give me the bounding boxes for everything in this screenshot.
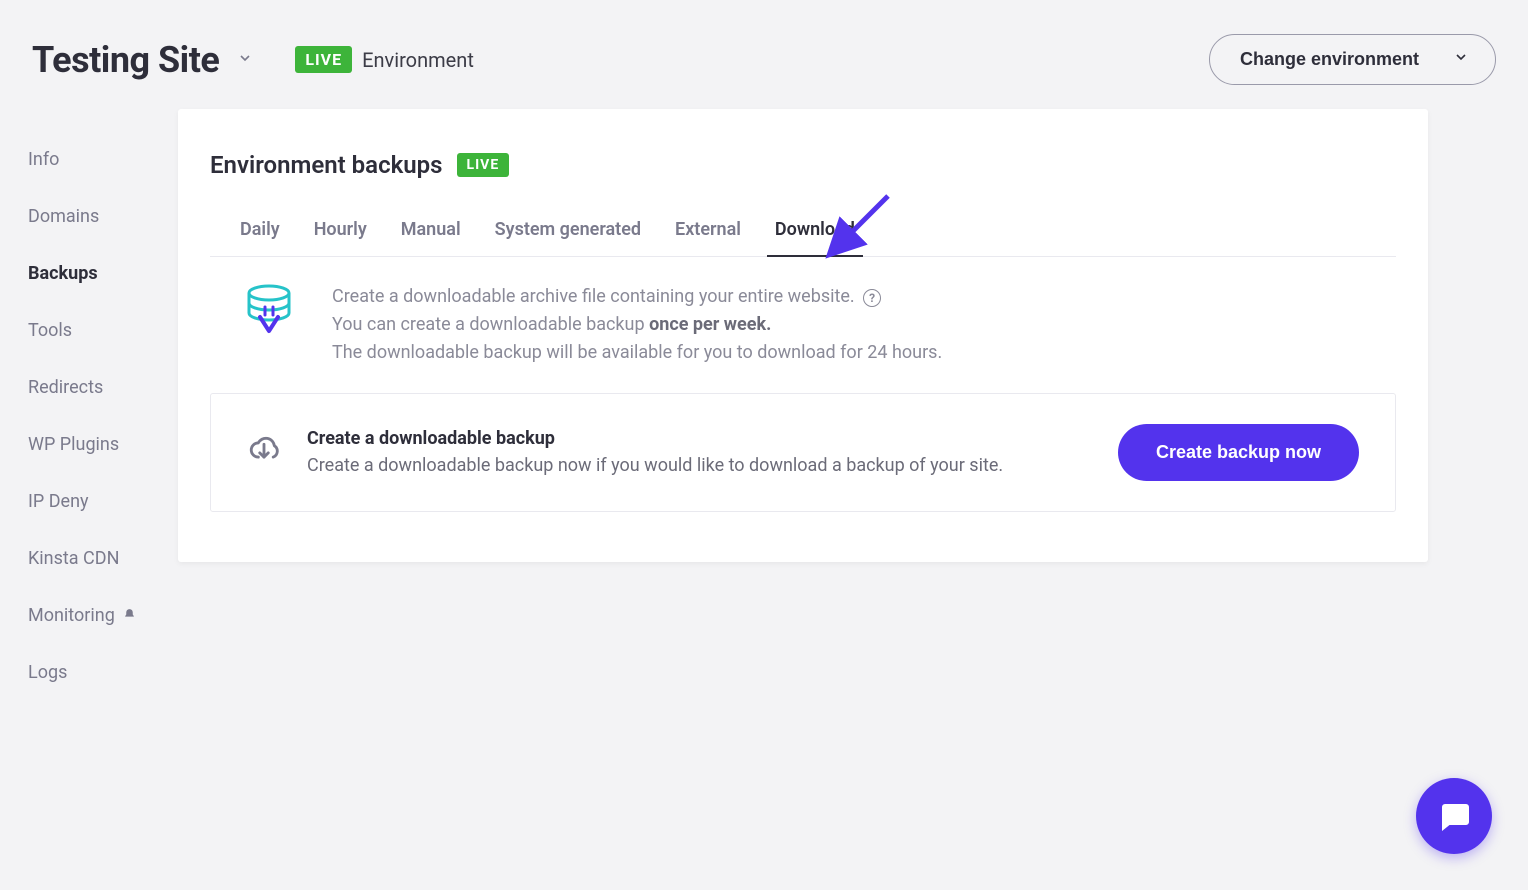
sidebar-item-monitoring[interactable]: Monitoring bbox=[28, 587, 178, 644]
create-backup-card: Create a downloadable backup Create a do… bbox=[210, 393, 1396, 512]
action-title: Create a downloadable backup bbox=[307, 428, 1003, 449]
tab-manual[interactable]: Manual bbox=[401, 209, 461, 256]
panel-title: Environment backups bbox=[210, 151, 443, 179]
change-environment-label: Change environment bbox=[1240, 49, 1419, 70]
chat-fab-button[interactable] bbox=[1416, 778, 1492, 854]
sidebar-item-label: Logs bbox=[28, 662, 67, 683]
sidebar-item-tools[interactable]: Tools bbox=[28, 302, 178, 359]
tab-label: Daily bbox=[240, 219, 280, 240]
desc-line-1: Create a downloadable archive file conta… bbox=[332, 286, 855, 307]
tab-label: External bbox=[675, 219, 741, 240]
site-title: Testing Site bbox=[32, 39, 219, 81]
desc-line-2-strong: once per week. bbox=[649, 314, 771, 335]
sidebar-item-backups[interactable]: Backups bbox=[28, 245, 178, 302]
sidebar-item-label: IP Deny bbox=[28, 491, 89, 512]
tab-label: Manual bbox=[401, 219, 461, 240]
tab-label: Download bbox=[775, 219, 855, 240]
bell-icon bbox=[123, 605, 136, 626]
sidebar-item-kinsta-cdn[interactable]: Kinsta CDN bbox=[28, 530, 178, 587]
database-download-icon bbox=[244, 283, 294, 347]
button-label: Create backup now bbox=[1156, 442, 1321, 462]
sidebar-item-domains[interactable]: Domains bbox=[28, 188, 178, 245]
action-card-text: Create a downloadable backup Create a do… bbox=[307, 428, 1003, 476]
tab-label: System generated bbox=[495, 219, 641, 240]
live-badge: LIVE bbox=[295, 46, 352, 73]
panel-header: Environment backups LIVE bbox=[210, 151, 1396, 179]
desc-line-2-pre: You can create a downloadable backup bbox=[332, 314, 649, 335]
sidebar-item-logs[interactable]: Logs bbox=[28, 644, 178, 701]
sidebar-item-label: Kinsta CDN bbox=[28, 548, 119, 569]
sidebar-item-label: Backups bbox=[28, 263, 98, 284]
action-body: Create a downloadable backup now if you … bbox=[307, 455, 1003, 476]
sidebar-item-label: WP Plugins bbox=[28, 434, 119, 455]
chat-icon bbox=[1436, 798, 1472, 834]
change-environment-button[interactable]: Change environment bbox=[1209, 34, 1496, 85]
sidebar-item-wp-plugins[interactable]: WP Plugins bbox=[28, 416, 178, 473]
tab-external[interactable]: External bbox=[675, 209, 741, 256]
sidebar-item-info[interactable]: Info bbox=[28, 131, 178, 188]
desc-line-3: The downloadable backup will be availabl… bbox=[332, 339, 942, 367]
site-title-wrap[interactable]: Testing Site bbox=[32, 39, 253, 81]
sidebar-item-redirects[interactable]: Redirects bbox=[28, 359, 178, 416]
tab-hourly[interactable]: Hourly bbox=[314, 209, 367, 256]
sidebar: Info Domains Backups Tools Redirects WP … bbox=[28, 109, 178, 701]
chevron-down-icon bbox=[1453, 49, 1469, 70]
tab-daily[interactable]: Daily bbox=[240, 209, 280, 256]
chevron-down-icon bbox=[237, 50, 253, 70]
environment-text: Environment bbox=[362, 48, 474, 72]
tab-download[interactable]: Download bbox=[775, 209, 855, 256]
cloud-download-icon bbox=[247, 433, 281, 471]
sidebar-item-ip-deny[interactable]: IP Deny bbox=[28, 473, 178, 530]
sidebar-item-label: Redirects bbox=[28, 377, 103, 398]
top-bar: Testing Site LIVE Environment Change env… bbox=[0, 0, 1528, 109]
tab-label: Hourly bbox=[314, 219, 367, 240]
create-backup-now-button[interactable]: Create backup now bbox=[1118, 424, 1359, 481]
live-badge: LIVE bbox=[457, 153, 510, 177]
panel-backups: Environment backups LIVE Daily Hourly Ma… bbox=[178, 109, 1428, 562]
sidebar-item-label: Monitoring bbox=[28, 605, 115, 626]
tabs: Daily Hourly Manual System generated Ext… bbox=[210, 209, 1396, 257]
environment-label: LIVE Environment bbox=[295, 46, 474, 73]
sidebar-item-label: Domains bbox=[28, 206, 99, 227]
tab-system-generated[interactable]: System generated bbox=[495, 209, 641, 256]
description-row: Create a downloadable archive file conta… bbox=[210, 257, 1396, 393]
help-icon[interactable]: ? bbox=[863, 289, 881, 307]
sidebar-item-label: Tools bbox=[28, 320, 72, 341]
description-text: Create a downloadable archive file conta… bbox=[332, 283, 942, 367]
sidebar-item-label: Info bbox=[28, 149, 59, 170]
